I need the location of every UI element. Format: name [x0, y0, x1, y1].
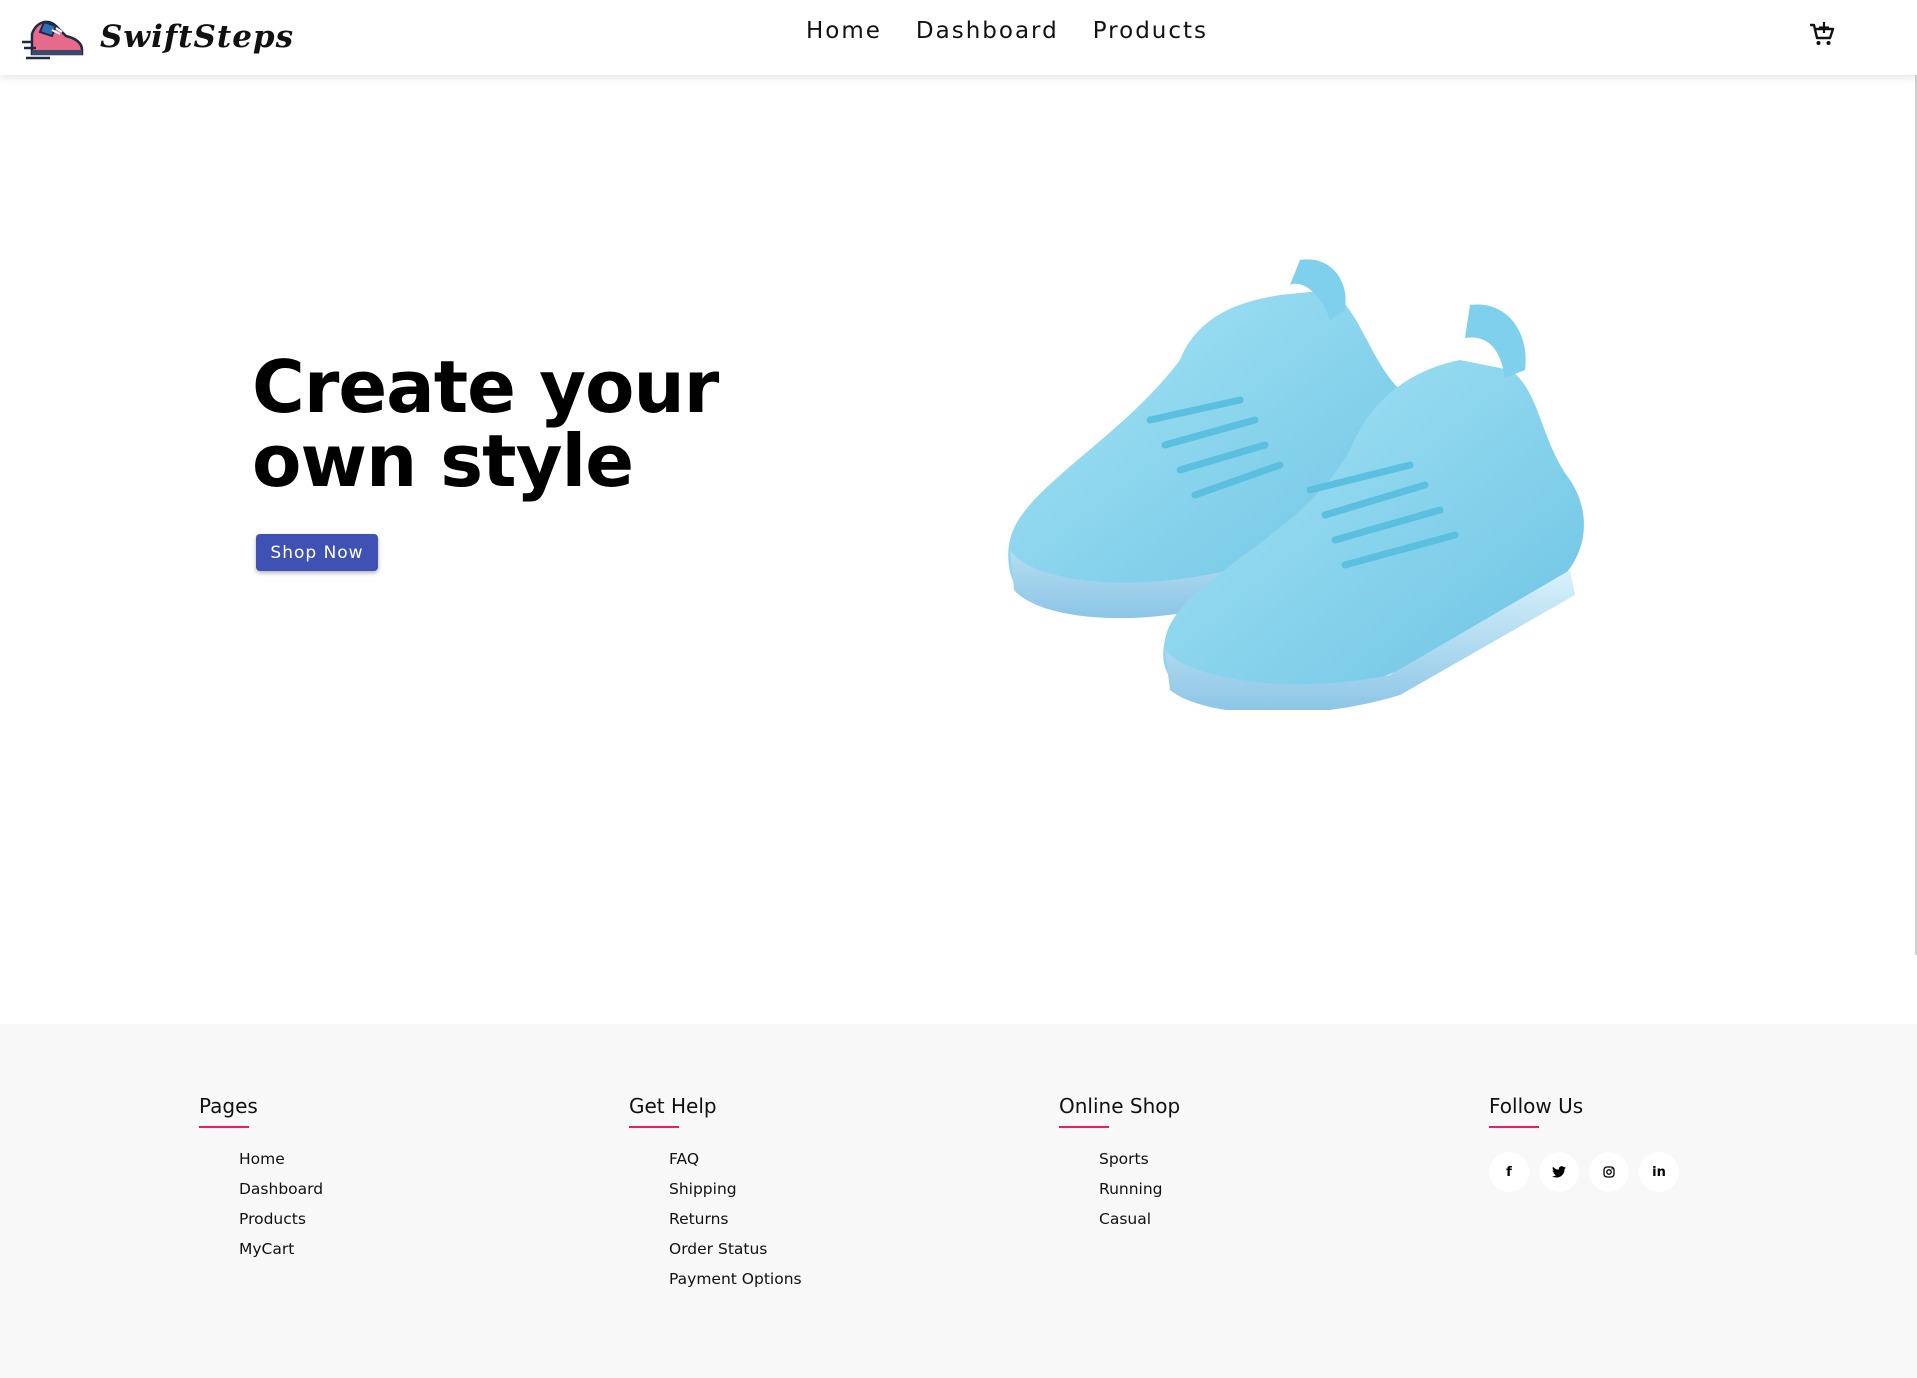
- footer-link-products[interactable]: Products: [239, 1210, 306, 1228]
- hero-title-line-1: Create your: [252, 345, 719, 429]
- footer-link-shipping[interactable]: Shipping: [669, 1180, 737, 1198]
- footer-link-casual[interactable]: Casual: [1099, 1210, 1151, 1228]
- footer-link-returns[interactable]: Returns: [669, 1210, 729, 1228]
- footer-link-item: Home: [239, 1144, 323, 1174]
- footer-col-pages: Pages Home Dashboard Products MyCart: [199, 1094, 323, 1264]
- footer-link-running[interactable]: Running: [1099, 1180, 1163, 1198]
- footer-link-mycart[interactable]: MyCart: [239, 1240, 294, 1258]
- shop-now-button[interactable]: Shop Now: [256, 534, 378, 571]
- footer-link-item: Payment Options: [669, 1264, 802, 1294]
- footer-link-item: Dashboard: [239, 1174, 323, 1204]
- main-nav: Home Dashboard Products: [806, 18, 1208, 44]
- twitter-icon[interactable]: [1539, 1152, 1579, 1192]
- footer-link-sports[interactable]: Sports: [1099, 1150, 1149, 1168]
- footer-link-item: Sports: [1099, 1144, 1180, 1174]
- nav-dashboard[interactable]: Dashboard: [916, 18, 1059, 44]
- sneaker-logo-icon: [22, 12, 86, 62]
- footer-col-follow-us: Follow Us f in: [1489, 1094, 1679, 1192]
- brand-logo-link[interactable]: SwiftSteps: [22, 12, 294, 62]
- footer-heading-pages: Pages: [199, 1094, 323, 1128]
- site-header: SwiftSteps Home Dashboard Products: [0, 0, 1917, 75]
- footer-link-item: Order Status: [669, 1234, 802, 1264]
- footer-link-order-status[interactable]: Order Status: [669, 1240, 767, 1258]
- nav-products[interactable]: Products: [1093, 18, 1208, 44]
- brand-name: SwiftSteps: [100, 19, 295, 55]
- footer-heading-follow-us: Follow Us: [1489, 1094, 1679, 1128]
- hero-title-line-2: own style: [252, 419, 634, 503]
- footer-link-home[interactable]: Home: [239, 1150, 285, 1168]
- linkedin-icon[interactable]: in: [1639, 1152, 1679, 1192]
- footer-link-item: Running: [1099, 1174, 1180, 1204]
- footer-link-item: MyCart: [239, 1234, 323, 1264]
- footer-link-item: FAQ: [669, 1144, 802, 1174]
- cart-icon[interactable]: [1808, 20, 1836, 48]
- social-links: f in: [1489, 1152, 1679, 1192]
- hero-sneakers-image: [1000, 250, 1600, 714]
- footer-link-dashboard[interactable]: Dashboard: [239, 1180, 323, 1198]
- footer-link-faq[interactable]: FAQ: [669, 1150, 699, 1168]
- hero-title: Create your own style: [252, 350, 772, 498]
- footer-heading-online-shop: Online Shop: [1059, 1094, 1180, 1128]
- footer-col-online-shop: Online Shop Sports Running Casual: [1059, 1094, 1180, 1234]
- footer-link-item: Shipping: [669, 1174, 802, 1204]
- site-footer: Pages Home Dashboard Products MyCart Get…: [0, 1024, 1917, 1378]
- footer-link-item: Products: [239, 1204, 323, 1234]
- facebook-icon[interactable]: f: [1489, 1152, 1529, 1192]
- instagram-icon[interactable]: [1589, 1152, 1629, 1192]
- nav-home[interactable]: Home: [806, 18, 882, 44]
- footer-col-get-help: Get Help FAQ Shipping Returns Order Stat…: [629, 1094, 802, 1294]
- footer-link-item: Casual: [1099, 1204, 1180, 1234]
- footer-heading-get-help: Get Help: [629, 1094, 802, 1128]
- footer-link-item: Returns: [669, 1204, 802, 1234]
- footer-link-payment-options[interactable]: Payment Options: [669, 1270, 802, 1288]
